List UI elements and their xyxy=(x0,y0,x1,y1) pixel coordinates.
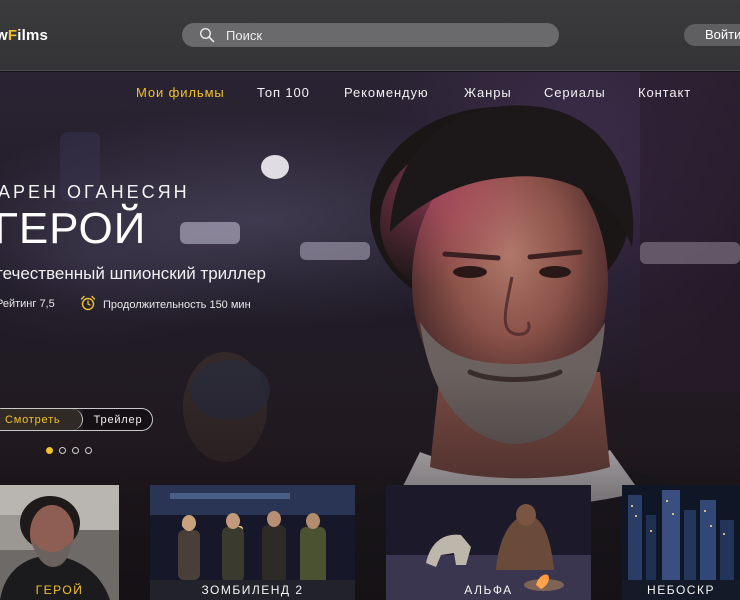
movie-card-title: АЛЬФА xyxy=(464,583,513,597)
watch-button[interactable]: Смотреть xyxy=(0,409,83,430)
movie-card-title: НЕБОСКР xyxy=(647,583,715,597)
nav-item-recommend[interactable]: Рекомендую xyxy=(344,85,429,100)
search-bar[interactable] xyxy=(182,23,559,47)
logo-prefix: w xyxy=(0,27,8,44)
main-nav: Мои фильмы Топ 100 Рекомендую Жанры Сери… xyxy=(0,85,740,101)
slider-dot-1[interactable] xyxy=(46,447,53,454)
movie-card-title: ГЕРОЙ xyxy=(35,583,84,597)
slider-dot-3[interactable] xyxy=(72,447,79,454)
movie-card-3[interactable]: АЛЬФА xyxy=(386,485,591,600)
nav-item-my-films[interactable]: Мои фильмы xyxy=(136,85,225,100)
movie-card-4[interactable]: НЕБОСКР xyxy=(622,485,740,600)
hero-rating: Рейтинг 7,5 xyxy=(0,298,55,310)
hero-actions: Смотреть Трейлер xyxy=(0,408,153,431)
trailer-button[interactable]: Трейлер xyxy=(83,409,152,430)
nav-item-genres[interactable]: Жанры xyxy=(464,85,512,100)
login-button[interactable]: Войти xyxy=(684,24,740,46)
movie-card-1[interactable]: ГЕРОЙ xyxy=(0,485,119,600)
hero-subtitle: течественный шпионский триллер xyxy=(0,264,266,283)
slider-dot-2[interactable] xyxy=(59,447,66,454)
slider-dots xyxy=(46,447,106,455)
search-input[interactable] xyxy=(226,23,526,47)
search-icon xyxy=(199,27,215,43)
logo-suffix: ilms xyxy=(17,27,49,44)
slider-dot-4[interactable] xyxy=(85,447,92,454)
top-bar: wFilms Войти xyxy=(0,0,740,71)
nav-item-series[interactable]: Сериалы xyxy=(544,85,606,100)
nav-item-top-100[interactable]: Топ 100 xyxy=(257,85,310,100)
hero-director: АРЕН ОГАНЕСЯН xyxy=(0,182,190,202)
nav-item-contact[interactable]: Контакт xyxy=(638,85,691,100)
logo-highlight: F xyxy=(7,27,18,44)
alarm-clock-icon xyxy=(80,295,96,311)
hero-duration: Продолжительность 150 мин xyxy=(79,294,279,312)
hero-duration-text: Продолжительность 150 мин xyxy=(103,299,251,311)
hero-title: ГЕРОЙ xyxy=(0,204,147,253)
movie-card-2[interactable]: ЗОМБИЛЕНД 2 xyxy=(150,485,355,600)
logo[interactable]: wFilms xyxy=(0,27,48,44)
hero-banner: Мои фильмы Топ 100 Рекомендую Жанры Сери… xyxy=(0,72,740,600)
movie-card-title: ЗОМБИЛЕНД 2 xyxy=(201,583,304,597)
